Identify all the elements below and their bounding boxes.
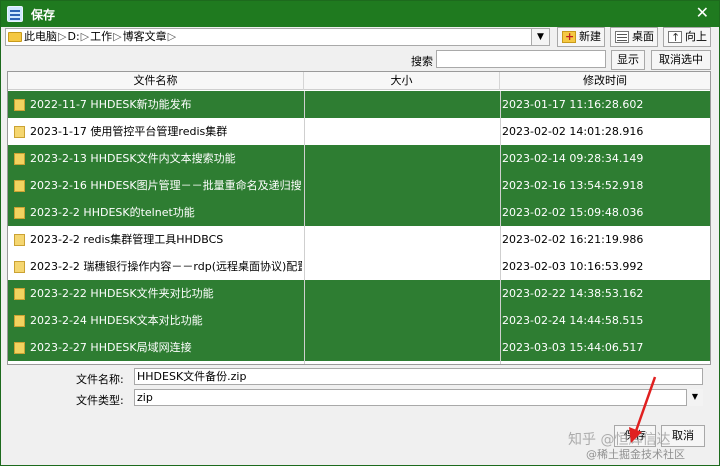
file-modified-cell: 2023-02-02 15:09:48.036 xyxy=(502,206,644,219)
table-row[interactable]: 2023-2-2 HHDESK的telnet功能 2023-02-02 15:09… xyxy=(8,199,710,226)
file-icon xyxy=(14,261,25,273)
file-name-cell: 2023-2-22 HHDESK文件夹对比功能 xyxy=(30,287,214,300)
file-modified-cell: 2023-02-14 09:28:34.149 xyxy=(502,152,644,165)
file-size-cell xyxy=(308,118,496,145)
search-label: 搜索 xyxy=(411,55,433,68)
file-name-cell: 2023-2-13 HHDESK文件内文本搜索功能 xyxy=(30,152,236,165)
path-dropdown-button[interactable]: ▼ xyxy=(531,28,550,46)
table-row[interactable]: 2023-1-17 使用管控平台管理redis集群 2023-02-02 14:0… xyxy=(8,118,710,145)
up-arrow-icon xyxy=(668,29,682,47)
file-size-cell xyxy=(308,280,496,307)
breadcrumb-separator: ▷ xyxy=(113,30,122,43)
file-name-cell: 2023-2-27 HHDESK局域网连接 xyxy=(30,341,192,354)
table-row[interactable]: 2023-2-2 redis集群管理工具HHDBCS 2023-02-02 16:… xyxy=(8,226,710,253)
table-row[interactable]: 2023-2-16 HHDESK图片管理－－批量重命名及递归搜索 2023-02-… xyxy=(8,172,710,199)
file-size-cell xyxy=(308,253,496,280)
column-divider xyxy=(500,91,501,364)
filename-input[interactable]: HHDESK文件备份.zip xyxy=(134,368,703,385)
file-modified-cell: 2023-03-03 15:44:06.517 xyxy=(502,341,644,354)
new-folder-label: 新建 xyxy=(579,30,601,43)
file-name-cell: 2022-11-7 HHDESK新功能发布 xyxy=(30,98,192,111)
file-size-cell xyxy=(308,307,496,334)
table-row[interactable]: 2023-2-2 瑞穗银行操作内容－－rdp(远程桌面协议)配置 2023-02-… xyxy=(8,253,710,280)
file-icon xyxy=(14,126,25,138)
breadcrumb-separator: ▷ xyxy=(167,30,177,43)
file-icon xyxy=(14,99,25,111)
save-dialog: 保存 ✕ 此电脑▷D:▷工作▷博客文章▷ ▼ 新建 桌面 向上 搜索 显示 取消… xyxy=(0,0,720,466)
file-modified-cell: 2023-02-22 14:38:53.162 xyxy=(502,287,644,300)
breadcrumb-drive-d[interactable]: D: xyxy=(67,30,79,43)
file-modified-cell: 2023-02-16 13:54:52.918 xyxy=(502,179,644,192)
column-header-name[interactable]: 文件名称 xyxy=(8,72,304,90)
table-row[interactable]: 2023-2-24 HHDESK文本对比功能 2023-02-24 14:44:5… xyxy=(8,307,710,334)
breadcrumb-work[interactable]: 工作 xyxy=(90,30,112,43)
file-size-cell xyxy=(308,334,496,361)
table-row[interactable]: 2022-11-7 HHDESK新功能发布 2023-01-17 11:16:28… xyxy=(8,91,710,118)
filename-label: 文件名称: xyxy=(76,373,124,386)
app-icon xyxy=(7,6,23,22)
file-name-cell: 2023-2-2 redis集群管理工具HHDBCS xyxy=(30,233,224,246)
file-name-cell: 2023-2-16 HHDESK图片管理－－批量重命名及递归搜索 xyxy=(30,179,302,192)
title-bar[interactable]: 保存 ✕ xyxy=(1,1,719,27)
file-name-cell: 2023-2-2 HHDESK的telnet功能 xyxy=(30,206,195,219)
show-button[interactable]: 显示 xyxy=(611,50,645,70)
file-icon xyxy=(14,288,25,300)
table-row[interactable]: 2023-2-27 HHDESK局域网连接 2023-03-03 15:44:06… xyxy=(8,334,710,361)
file-icon xyxy=(14,315,25,327)
up-button[interactable]: 向上 xyxy=(663,27,711,47)
file-list[interactable]: 文件名称 大小 修改时间 2022-11-7 HHDESK新功能发布 2023-0… xyxy=(7,71,711,365)
breadcrumb: 此电脑▷D:▷工作▷博客文章▷ xyxy=(24,30,177,44)
column-divider xyxy=(304,91,305,364)
column-header-size[interactable]: 大小 xyxy=(304,72,500,90)
file-size-cell xyxy=(308,199,496,226)
watermark-secondary: @稀土掘金技术社区 xyxy=(586,448,685,461)
window-title: 保存 xyxy=(31,8,56,22)
table-row[interactable]: 2023-2-13 HHDESK文件内文本搜索功能 2023-02-14 09:2… xyxy=(8,145,710,172)
file-size-cell xyxy=(308,172,496,199)
breadcrumb-separator: ▷ xyxy=(58,30,67,43)
file-modified-cell: 2023-02-03 10:16:53.992 xyxy=(502,260,644,273)
list-header: 文件名称 大小 修改时间 xyxy=(8,72,710,90)
new-folder-icon xyxy=(562,28,576,46)
file-modified-cell: 2023-01-17 11:16:28.602 xyxy=(502,98,644,111)
file-size-cell xyxy=(308,145,496,172)
folder-icon xyxy=(8,32,22,42)
desktop-button[interactable]: 桌面 xyxy=(610,27,658,47)
filetype-select[interactable]: zip xyxy=(134,389,703,406)
file-size-cell xyxy=(308,91,496,118)
file-modified-cell: 2023-02-24 14:44:58.515 xyxy=(502,314,644,327)
cancel-selection-button[interactable]: 取消选中 xyxy=(651,50,711,70)
desktop-icon xyxy=(615,31,629,43)
file-icon xyxy=(14,153,25,165)
path-bar[interactable]: 此电脑▷D:▷工作▷博客文章▷ xyxy=(5,28,550,46)
chevron-down-icon[interactable]: ▼ xyxy=(686,389,703,406)
up-label: 向上 xyxy=(685,30,707,43)
file-modified-cell: 2023-02-02 16:21:19.986 xyxy=(502,233,644,246)
new-folder-button[interactable]: 新建 xyxy=(557,27,605,47)
file-name-cell: 2023-1-17 使用管控平台管理redis集群 xyxy=(30,125,228,138)
file-icon xyxy=(14,207,25,219)
breadcrumb-blog-articles[interactable]: 博客文章 xyxy=(123,30,167,43)
file-icon xyxy=(14,180,25,192)
file-icon xyxy=(14,342,25,354)
search-input[interactable] xyxy=(436,50,606,68)
file-name-cell: 2023-2-2 瑞穗银行操作内容－－rdp(远程桌面协议)配置 xyxy=(30,260,302,273)
breadcrumb-separator: ▷ xyxy=(80,30,90,43)
close-icon[interactable]: ✕ xyxy=(696,3,709,23)
breadcrumb-this-pc[interactable]: 此电脑 xyxy=(24,30,57,43)
filetype-value: zip xyxy=(137,391,153,404)
file-modified-cell: 2023-02-02 14:01:28.916 xyxy=(502,125,644,138)
column-header-modified[interactable]: 修改时间 xyxy=(500,72,710,90)
desktop-label: 桌面 xyxy=(632,30,654,43)
file-name-cell: 2023-2-24 HHDESK文本对比功能 xyxy=(30,314,203,327)
file-icon xyxy=(14,234,25,246)
file-size-cell xyxy=(308,226,496,253)
table-row[interactable]: 2023-2-22 HHDESK文件夹对比功能 2023-02-22 14:38:… xyxy=(8,280,710,307)
filetype-label: 文件类型: xyxy=(76,394,124,407)
